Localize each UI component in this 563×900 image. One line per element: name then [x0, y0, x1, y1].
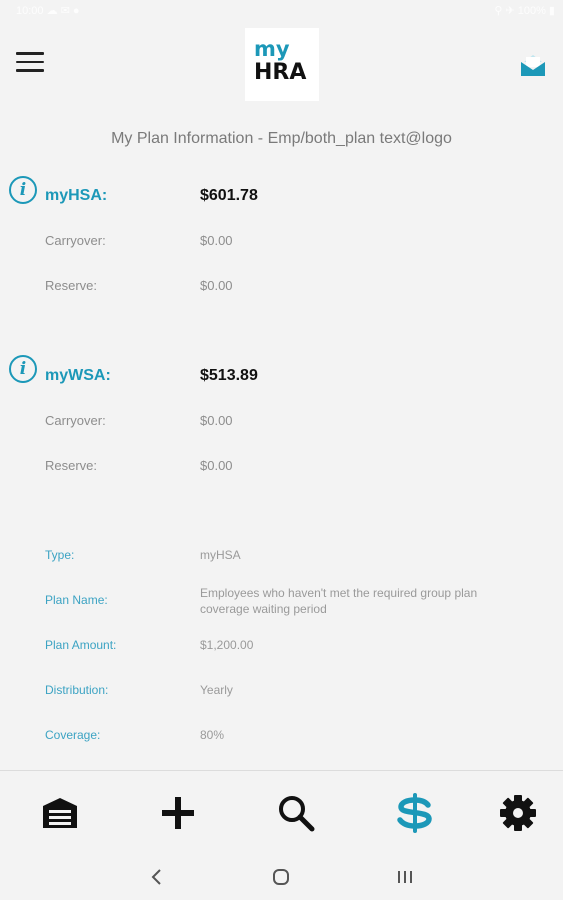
hsa-carryover-label: Carryover: — [45, 233, 106, 248]
wsa-carryover-value: $0.00 — [200, 413, 233, 428]
mail-icon[interactable] — [520, 52, 546, 78]
wsa-balance: $513.89 — [200, 367, 258, 384]
hsa-reserve-label: Reserve: — [45, 278, 98, 293]
app-logo: my HRA — [245, 28, 319, 101]
coverage-value: 80% — [200, 728, 225, 742]
status-bar-left: 10:00 ☁ ✉ ● — [16, 5, 80, 17]
hamburger-menu-icon[interactable] — [16, 52, 44, 76]
hsa-carryover-value: $0.00 — [200, 233, 233, 248]
home-icon[interactable] — [40, 793, 80, 833]
hsa-account-name: myHSA: — [45, 187, 108, 204]
plan-name-value: Employees who haven't met the required g… — [200, 586, 478, 616]
back-icon[interactable] — [148, 868, 166, 886]
bottom-tab-bar — [0, 770, 563, 852]
type-label: Type: — [45, 548, 75, 562]
plan-name-label: Plan Name: — [45, 593, 108, 607]
wsa-reserve-label: Reserve: — [45, 458, 98, 473]
system-nav-bar — [0, 852, 563, 900]
distribution-label: Distribution: — [45, 683, 109, 697]
gear-icon[interactable] — [498, 793, 538, 833]
wsa-account-name: myWSA: — [45, 367, 111, 384]
logo-line-1: my — [254, 37, 290, 61]
logo-line-2: HRA — [254, 60, 307, 85]
plan-amount-label: Plan Amount: — [45, 638, 117, 652]
status-bar: 10:00 ☁ ✉ ● ⚲ ✈ 100% ▮ — [0, 0, 563, 22]
wsa-carryover-label: Carryover: — [45, 413, 106, 428]
status-bar-right: ⚲ ✈ 100% ▮ — [494, 5, 555, 17]
type-value: myHSA — [200, 548, 241, 562]
coverage-label: Coverage: — [45, 728, 101, 742]
home-button-icon[interactable] — [272, 868, 290, 886]
wsa-info-icon[interactable]: i — [9, 355, 37, 383]
plan-amount-value: $1,200.00 — [200, 638, 254, 652]
add-icon[interactable] — [158, 793, 198, 833]
page-title: My Plan Information - Emp/both_plan text… — [111, 130, 452, 147]
wsa-reserve-value: $0.00 — [200, 458, 233, 473]
hsa-balance: $601.78 — [200, 187, 258, 204]
hsa-info-icon[interactable]: i — [9, 176, 37, 204]
recent-apps-icon[interactable] — [396, 868, 414, 886]
search-icon[interactable] — [276, 793, 316, 833]
distribution-value: Yearly — [200, 683, 233, 697]
hsa-reserve-value: $0.00 — [200, 278, 233, 293]
dollar-icon[interactable] — [395, 793, 435, 833]
